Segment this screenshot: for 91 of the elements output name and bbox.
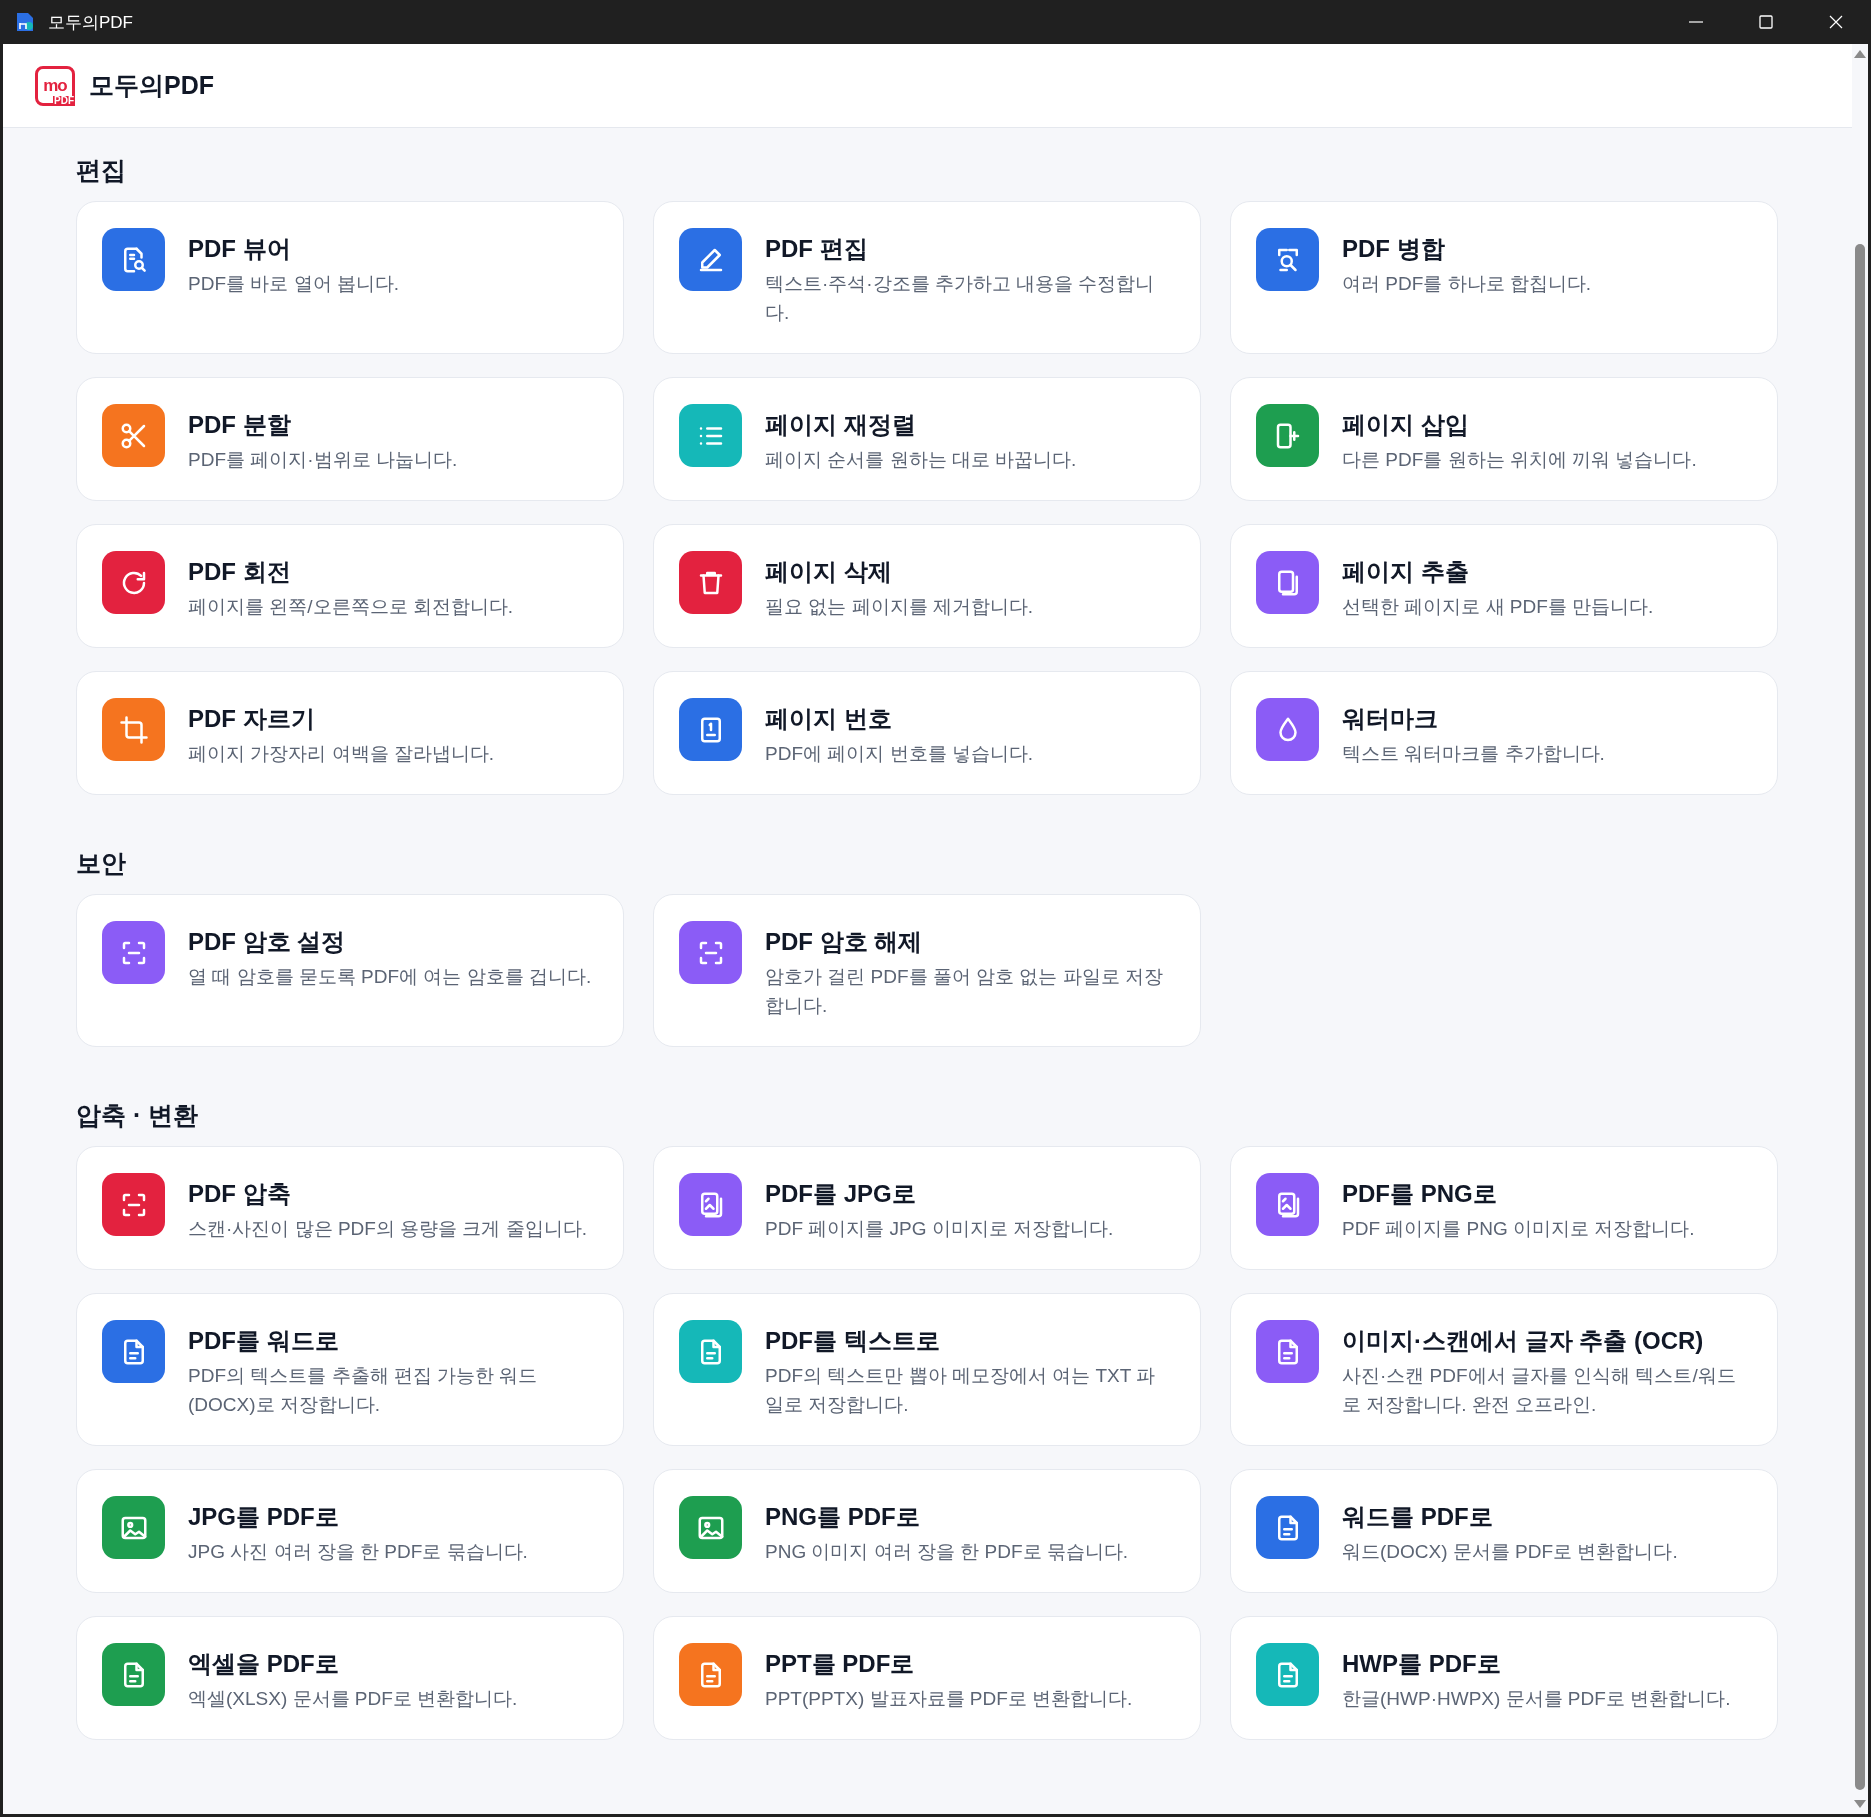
scroll-up-icon[interactable] (1854, 50, 1866, 58)
tool-card[interactable]: PDF를 JPG로 PDF 페이지를 JPG 이미지로 저장합니다. (653, 1146, 1201, 1270)
tool-title: PDF 뷰어 (188, 234, 292, 264)
tool-description: PDF의 텍스트만 뽑아 메모장에서 여는 TXT 파일로 저장합니다. (765, 1364, 1157, 1417)
tool-description: PNG 이미지 여러 장을 한 PDF로 묶습니다. (765, 1540, 1129, 1564)
tool-title: PDF를 PNG로 (1342, 1179, 1498, 1209)
tool-card[interactable]: PPT를 PDF로 PPT(PPTX) 발표자료를 PDF로 변환합니다. (653, 1616, 1201, 1740)
section-title: 편집 (76, 155, 127, 186)
section-title: 압축 · 변환 (76, 1100, 200, 1131)
tool-description: 페이지를 왼쪽/오른쪽으로 회전합니다. (188, 595, 514, 619)
tool-description: PDF의 텍스트를 추출해 편집 가능한 워드(DOCX)로 저장합니다. (188, 1364, 539, 1417)
tool-card[interactable]: 페이지 삭제 필요 없는 페이지를 제거합니다. (653, 524, 1201, 648)
tool-title: PDF를 JPG로 (765, 1179, 917, 1209)
tool-description: JPG 사진 여러 장을 한 PDF로 묶습니다. (188, 1540, 528, 1564)
tool-description: 열 때 암호를 묻도록 PDF에 여는 암호를 겁니다. (188, 965, 592, 989)
tool-description: 텍스트 워터마크를 추가합니다. (1342, 742, 1605, 766)
tool-card[interactable]: 워터마크 텍스트 워터마크를 추가합니다. (1230, 671, 1778, 795)
tool-card[interactable]: PDF를 텍스트로 PDF의 텍스트만 뽑아 메모장에서 여는 TXT 파일로 저장합니다. (653, 1293, 1201, 1446)
tool-card[interactable]: HWP를 PDF로 한글(HWP·HWPX) 문서를 PDF로 변환합니다. (1230, 1616, 1778, 1740)
tool-title: 워터마크 (1342, 704, 1439, 734)
tool-title: PDF 압축 (188, 1179, 292, 1209)
tool-card[interactable]: PDF 병합 여러 PDF를 하나로 합칩니다. (1230, 201, 1778, 354)
tool-description: PDF 페이지를 PNG 이미지로 저장합니다. (1342, 1217, 1695, 1241)
tool-title: PPT를 PDF로 (765, 1649, 916, 1679)
minimize-icon (1689, 21, 1703, 23)
tool-card[interactable]: 엑셀을 PDF로 엑셀(XLSX) 문서를 PDF로 변환합니다. (76, 1616, 624, 1740)
tool-card[interactable]: PDF 분할 PDF를 페이지·범위로 나눕니다. (76, 377, 624, 501)
tool-card[interactable]: 페이지 번호 PDF에 페이지 번호를 넣습니다. (653, 671, 1201, 795)
tool-title: 페이지 재정렬 (765, 410, 917, 440)
tool-card[interactable]: PDF 압축 스캔·사진이 많은 PDF의 용량을 크게 줄입니다. (76, 1146, 624, 1270)
tool-card[interactable]: JPG를 PDF로 JPG 사진 여러 장을 한 PDF로 묶습니다. (76, 1469, 624, 1593)
tool-card[interactable]: PNG를 PDF로 PNG 이미지 여러 장을 한 PDF로 묶습니다. (653, 1469, 1201, 1593)
tool-title: PDF 분할 (188, 410, 292, 440)
maximize-icon (1758, 14, 1774, 30)
tool-description: 사진·스캔 PDF에서 글자를 인식해 텍스트/워드로 저장합니다. 완전 오프라인. (1342, 1364, 1737, 1417)
crop-icon (118, 714, 149, 745)
tool-title: 이미지·스캔에서 글자 추출 (OCR) (1342, 1326, 1705, 1356)
app-title: 모두의PDF (89, 70, 214, 101)
tool-description: PDF 페이지를 JPG 이미지로 저장합니다. (765, 1217, 1114, 1241)
close-icon (1828, 14, 1844, 30)
tool-title: 페이지 삽입 (1342, 410, 1470, 440)
tool-description: 워드(DOCX) 문서를 PDF로 변환합니다. (1342, 1540, 1678, 1564)
window-title: 모두의PDF (48, 11, 134, 34)
tool-description: 여러 PDF를 하나로 합칩니다. (1342, 272, 1592, 296)
tool-description: PDF에 페이지 번호를 넣습니다. (765, 742, 1034, 766)
tool-card[interactable]: 페이지 삽입 다른 PDF를 원하는 위치에 끼워 넣습니다. (1230, 377, 1778, 501)
tool-description: 필요 없는 페이지를 제거합니다. (765, 595, 1034, 619)
tool-description: 암호가 걸린 PDF를 풀어 암호 없는 파일로 저장합니다. (765, 965, 1164, 1018)
tool-description: PPT(PPTX) 발표자료를 PDF로 변환합니다. (765, 1687, 1133, 1711)
tool-card[interactable]: 워드를 PDF로 워드(DOCX) 문서를 PDF로 변환합니다. (1230, 1469, 1778, 1593)
tool-card[interactable]: 이미지·스캔에서 글자 추출 (OCR) 사진·스캔 PDF에서 글자를 인식해 텍스트/워드로 저장합니다. 완전 오프라인. (1230, 1293, 1778, 1446)
tool-description: 페이지 가장자리 여백을 잘라냅니다. (188, 742, 495, 766)
tool-description: PDF를 페이지·범위로 나눕니다. (188, 448, 458, 472)
tool-description: 텍스트·주석·강조를 추가하고 내용을 수정합니다. (765, 272, 1156, 325)
tool-title: PDF를 텍스트로 (765, 1326, 941, 1356)
tool-card[interactable]: PDF 뷰어 PDF를 바로 열어 봅니다. (76, 201, 624, 354)
tool-title: 워드를 PDF로 (1342, 1502, 1494, 1532)
tool-title: PDF 자르기 (188, 704, 316, 734)
tool-title: 페이지 추출 (1342, 557, 1470, 587)
tool-description: 한글(HWP·HWPX) 문서를 PDF로 변환합니다. (1342, 1687, 1731, 1711)
app-icon (14, 11, 36, 33)
tool-description: 엑셀(XLSX) 문서를 PDF로 변환합니다. (188, 1687, 518, 1711)
tool-description: 페이지 순서를 원하는 대로 바꿉니다. (765, 448, 1077, 472)
tool-card[interactable]: 페이지 재정렬 페이지 순서를 원하는 대로 바꿉니다. (653, 377, 1201, 501)
tool-description: 선택한 페이지로 새 PDF를 만듭니다. (1342, 595, 1654, 619)
tool-card[interactable]: PDF를 워드로 PDF의 텍스트를 추출해 편집 가능한 워드(DOCX)로 저장합니다. (76, 1293, 624, 1446)
scroll-down-icon[interactable] (1854, 1800, 1866, 1808)
tool-card[interactable]: PDF 암호 설정 열 때 암호를 묻도록 PDF에 여는 암호를 겁니다. (76, 894, 624, 1047)
tool-title: 페이지 번호 (765, 704, 893, 734)
tool-description: PDF를 바로 열어 봅니다. (188, 272, 400, 296)
tool-description: 다른 PDF를 원하는 위치에 끼워 넣습니다. (1342, 448, 1697, 472)
tool-title: HWP를 PDF로 (1342, 1649, 1502, 1679)
tool-title: PDF 편집 (765, 234, 869, 264)
tool-title: PDF 병합 (1342, 234, 1446, 264)
section-title: 보안 (76, 848, 127, 879)
tool-card[interactable]: PDF 암호 해제 암호가 걸린 PDF를 풀어 암호 없는 파일로 저장합니다. (653, 894, 1201, 1047)
tool-title: JPG를 PDF로 (188, 1502, 340, 1532)
tool-card[interactable]: PDF 편집 텍스트·주석·강조를 추가하고 내용을 수정합니다. (653, 201, 1201, 354)
tool-title: PNG를 PDF로 (765, 1502, 921, 1532)
tool-card[interactable]: PDF 자르기 페이지 가장자리 여백을 잘라냅니다. (76, 671, 624, 795)
tool-title: PDF를 워드로 (188, 1326, 340, 1356)
app-logo: mo PDF (35, 65, 75, 106)
tool-title: 엑셀을 PDF로 (188, 1649, 340, 1679)
tool-card[interactable]: PDF를 PNG로 PDF 페이지를 PNG 이미지로 저장합니다. (1230, 1146, 1778, 1270)
tool-card[interactable]: PDF 회전 페이지를 왼쪽/오른쪽으로 회전합니다. (76, 524, 624, 648)
tool-title: 페이지 삭제 (765, 557, 893, 587)
tool-card[interactable]: 페이지 추출 선택한 페이지로 새 PDF를 만듭니다. (1230, 524, 1778, 648)
tool-description: 스캔·사진이 많은 PDF의 용량을 크게 줄입니다. (188, 1217, 587, 1241)
tool-title: PDF 암호 해제 (765, 927, 924, 957)
tool-title: PDF 암호 설정 (188, 927, 347, 957)
tool-title: PDF 회전 (188, 557, 292, 587)
